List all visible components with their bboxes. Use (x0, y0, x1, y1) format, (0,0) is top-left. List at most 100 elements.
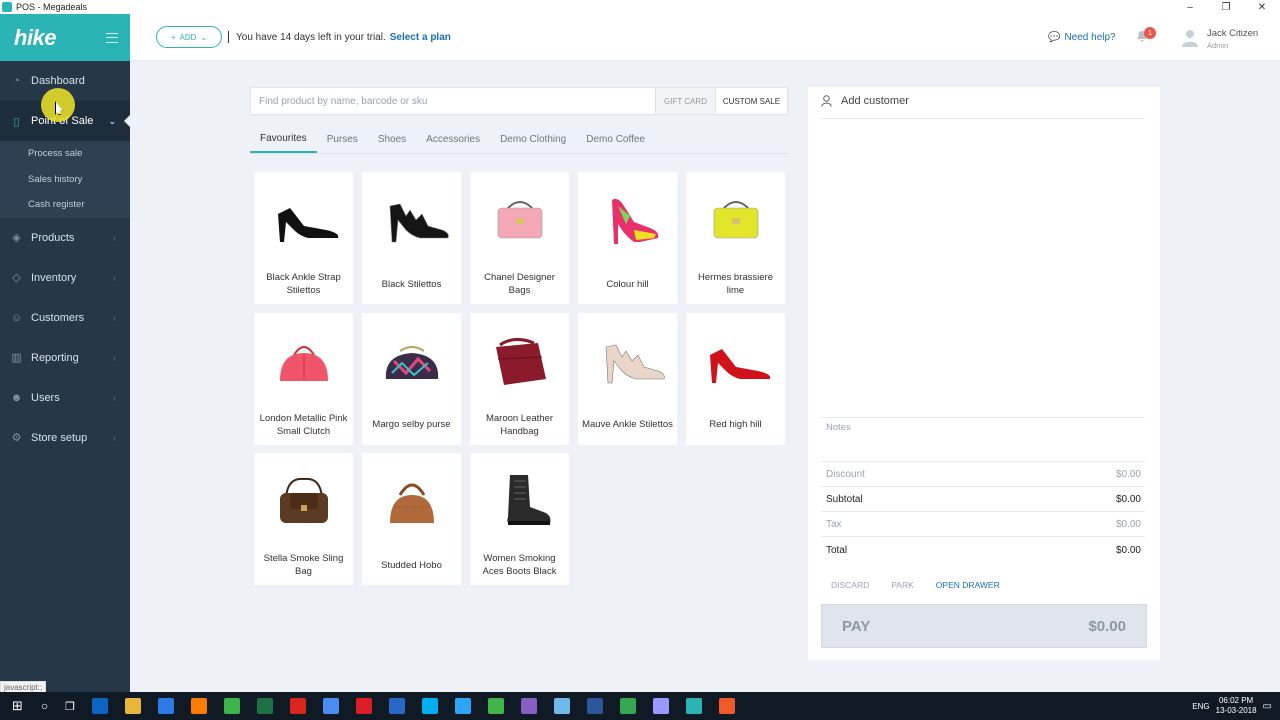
product-search-input[interactable] (251, 88, 655, 114)
sidebar-subitem-sales-history[interactable]: Sales history (0, 167, 130, 193)
product-card[interactable]: Margo selby purse (362, 312, 461, 445)
divider (821, 417, 1145, 418)
discount-value: $0.00 (1115, 469, 1141, 480)
product-image (254, 453, 353, 545)
orange-app-icon[interactable] (719, 698, 736, 714)
category-tabs: Favourites Purses Shoes Accessories Demo… (250, 126, 788, 154)
product-image (686, 313, 785, 405)
product-card[interactable]: London Metallic Pink Small Clutch (254, 312, 353, 445)
product-card[interactable]: Black Ankle Strap Stilettos (254, 172, 353, 304)
search-icon[interactable]: ○ (41, 699, 48, 713)
hike-app-icon[interactable] (686, 698, 703, 714)
avatar[interactable] (1182, 29, 1198, 47)
logo-bar: hike (0, 14, 130, 61)
hike-logo[interactable]: hike (14, 25, 57, 51)
need-help-link[interactable]: 💬 Need help? (1048, 32, 1116, 43)
tab-favourites[interactable]: Favourites (250, 126, 317, 153)
add-button[interactable]: + ADD ⌄ (156, 26, 222, 48)
tab-shoes[interactable]: Shoes (368, 126, 416, 153)
sidebar-subitem-process-sale[interactable]: Process sale (0, 141, 130, 167)
tab-demo-clothing[interactable]: Demo Clothing (490, 126, 576, 153)
add-button-label: ADD (179, 32, 197, 42)
add-customer-button[interactable]: Add customer (808, 87, 1160, 115)
sidebar-item-reporting[interactable]: ▥ Reporting ‹ (0, 338, 130, 378)
restore-button[interactable]: ❐ (1208, 2, 1244, 13)
sidebar-item-label: Store setup (31, 431, 88, 444)
select-plan-link[interactable]: Select a plan (390, 32, 451, 43)
product-card[interactable]: Colour hill (578, 172, 677, 304)
cart-actions: DISCARD PARK OPEN DRAWER (831, 580, 1000, 590)
chrome-alt-icon[interactable] (620, 698, 637, 714)
divider (821, 486, 1145, 487)
sidebar-item-store-setup[interactable]: ⚙ Store setup ‹ (0, 418, 130, 458)
chevron-left-icon: ‹ (113, 392, 116, 403)
product-image (254, 313, 353, 405)
product-card[interactable]: Stella Smoke Sling Bag (254, 453, 353, 585)
browser-icon[interactable] (554, 698, 571, 714)
excel-icon[interactable] (257, 698, 274, 714)
product-card[interactable]: Hermes brassiere lime (686, 172, 785, 304)
sidebar-item-products[interactable]: ◈ Products ‹ (0, 218, 130, 258)
custom-sale-button[interactable]: CUSTOM SALE (715, 88, 787, 114)
chrome-icon[interactable] (323, 698, 340, 714)
acrobat-icon[interactable] (290, 698, 307, 714)
language-indicator[interactable]: ENG (1192, 702, 1209, 711)
chevron-down-icon: ⌄ (200, 32, 208, 42)
skype-icon[interactable] (422, 698, 439, 714)
product-name: Colour hill (606, 278, 649, 290)
sidebar-item-users[interactable]: ☻ Users ‹ (0, 378, 130, 418)
after-effects-icon[interactable] (653, 698, 670, 714)
tax-row: Tax $0.00 (826, 519, 1141, 530)
product-image (470, 453, 569, 545)
notes-field[interactable]: Notes (826, 422, 851, 433)
word-icon[interactable] (587, 698, 604, 714)
windows-start-icon[interactable]: ⊞ (12, 698, 23, 714)
tab-demo-coffee[interactable]: Demo Coffee (576, 126, 655, 153)
sidebar-item-customers[interactable]: ☺ Customers ‹ (0, 298, 130, 338)
product-card[interactable]: Mauve Ankle Stilettos (578, 312, 677, 445)
plus-icon: + (170, 32, 176, 42)
product-card[interactable]: Red high hill (686, 312, 785, 445)
divider (228, 31, 229, 43)
gear-icon: ⚙ (11, 432, 22, 444)
product-image (254, 172, 353, 264)
dreamweaver-icon[interactable] (224, 698, 241, 714)
sidebar-subitem-cash-register[interactable]: Cash register (0, 192, 130, 218)
product-card[interactable]: Black Stilettos (362, 172, 461, 304)
product-card[interactable]: Studded Hobo (362, 453, 461, 585)
discard-button[interactable]: DISCARD (831, 580, 869, 590)
product-card[interactable]: Maroon Leather Handbag (470, 312, 569, 445)
notification-center-icon[interactable]: ▭ (1263, 701, 1272, 712)
camtasia-icon[interactable] (488, 698, 505, 714)
visual-studio-icon[interactable] (521, 698, 538, 714)
sidebar-item-inventory[interactable]: ◇ Inventory ‹ (0, 258, 130, 298)
photoshop-icon[interactable] (455, 698, 472, 714)
user-name[interactable]: Jack Citizen (1207, 28, 1258, 39)
tab-accessories[interactable]: Accessories (416, 126, 490, 153)
park-button[interactable]: PARK (891, 580, 914, 590)
minimize-button[interactable]: – (1172, 2, 1208, 13)
clock[interactable]: 06:02 PM 13-03-2018 (1216, 696, 1257, 716)
product-search-bar: GIFT CARD CUSTOM SALE (250, 87, 788, 115)
product-card[interactable]: Women Smoking Aces Boots Black (470, 453, 569, 585)
menu-icon[interactable] (106, 32, 118, 43)
task-view-icon[interactable]: ❒ (65, 700, 75, 713)
tab-purses[interactable]: Purses (317, 126, 368, 153)
sidebar-item-label: Products (31, 231, 75, 244)
product-card[interactable]: Chanel Designer Bags (470, 172, 569, 304)
firefox-icon[interactable] (389, 698, 406, 714)
pay-button[interactable]: PAY $0.00 (821, 604, 1147, 648)
outlook-icon[interactable] (92, 698, 109, 714)
gift-card-button[interactable]: GIFT CARD (655, 88, 715, 114)
creative-cloud-icon[interactable] (356, 698, 373, 714)
store-icon[interactable] (158, 698, 175, 714)
subtotal-label: Subtotal (826, 494, 863, 505)
illustrator-icon[interactable] (191, 698, 208, 714)
discount-label: Discount (826, 469, 865, 480)
close-window-button[interactable]: ✕ (1244, 2, 1280, 13)
discount-row[interactable]: Discount $0.00 (826, 469, 1141, 480)
open-drawer-button[interactable]: OPEN DRAWER (936, 580, 1000, 590)
folder-icon[interactable] (125, 698, 142, 714)
pay-amount: $0.00 (1088, 617, 1126, 635)
chevron-left-icon: ‹ (113, 232, 116, 243)
